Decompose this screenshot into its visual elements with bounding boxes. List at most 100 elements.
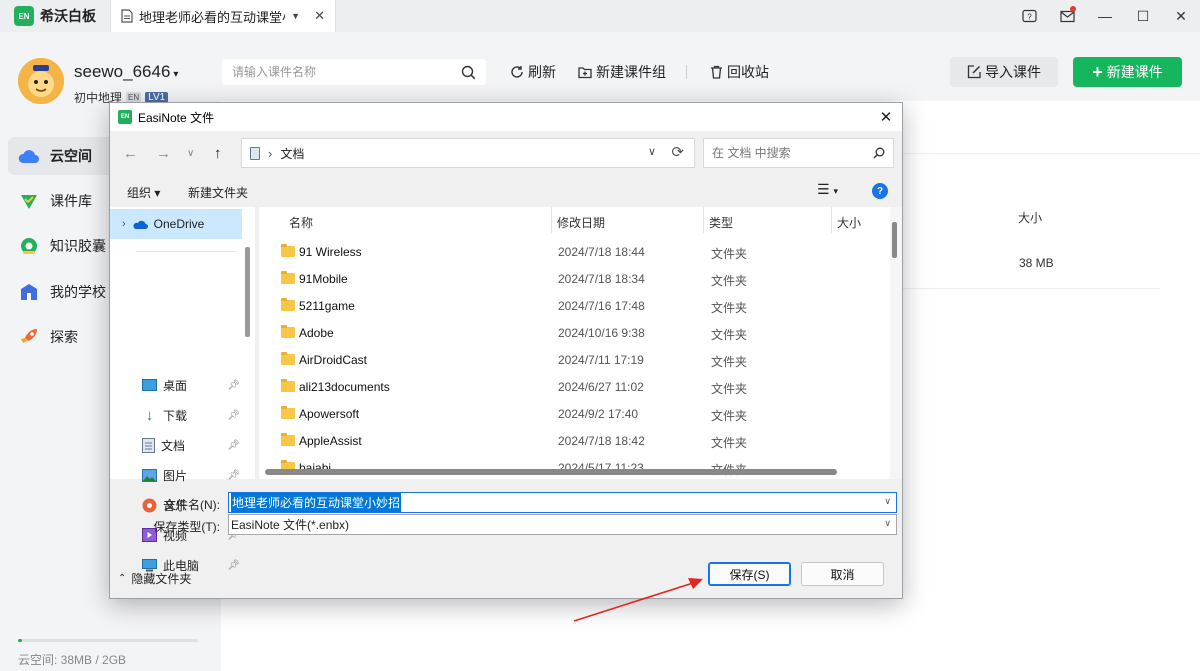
pin-icon[interactable]: 📌︎ [227, 380, 240, 391]
file-row[interactable]: 91 Wireless 2024/7/18 18:44 文件夹 [259, 238, 879, 265]
trash-icon [711, 65, 722, 79]
view-options-icon[interactable]: ☰ ▾ [817, 181, 838, 198]
course-search-box [222, 59, 486, 85]
nav-item-label: 下载 [163, 408, 188, 423]
filename-field[interactable]: 地理老师必看的互动课堂小妙招 ∨ [228, 492, 897, 513]
mail-icon[interactable] [1048, 0, 1086, 32]
file-row[interactable]: 5211game 2024/7/16 17:48 文件夹 [259, 292, 879, 319]
tab-dropdown-icon[interactable]: ▼ [291, 11, 300, 21]
filetype-select[interactable]: EasiNote 文件(*.enbx) ∨ [228, 514, 897, 535]
size-column-header: 大小 [1018, 211, 1043, 225]
address-dropdown-icon[interactable]: ∨ [648, 145, 656, 158]
nav-separator [136, 251, 236, 252]
nav-item-onedrive[interactable]: › OneDrive [110, 209, 242, 239]
file-name: 91 Wireless [299, 245, 362, 259]
sidebar-item-label: 课件库 [50, 193, 92, 209]
file-row[interactable]: 91Mobile 2024/7/18 18:34 文件夹 [259, 265, 879, 292]
file-name: 91Mobile [299, 272, 348, 286]
filetype-dropdown-icon[interactable]: ∨ [884, 518, 891, 529]
filetype-value: EasiNote 文件(*.enbx) [231, 518, 350, 532]
back-arrow-icon[interactable]: ← [123, 145, 138, 162]
save-button[interactable]: 保存(S) [708, 562, 791, 586]
nav-item-desktop[interactable]: 桌面 📌︎ [110, 370, 242, 400]
pin-icon[interactable]: 📌︎ [227, 560, 240, 571]
file-date: 2024/10/16 9:38 [558, 326, 645, 340]
document-tab[interactable]: 地理老师必看的互动课堂小... ▼ ✕ [110, 0, 336, 32]
minimize-icon[interactable]: — [1086, 0, 1124, 32]
notification-dot [1070, 6, 1076, 12]
title-bar: EN 希沃白板 地理老师必看的互动课堂小... ▼ ✕ ? — ☐ ✕ [0, 0, 1200, 32]
hide-folders-toggle[interactable]: ⌃ 隐藏文件夹 [118, 570, 191, 587]
forward-arrow-icon[interactable]: → [156, 145, 171, 162]
nav-item-pictures[interactable]: 图片 📌︎ [110, 460, 242, 490]
app-brand: EN 希沃白板 [0, 0, 110, 32]
expand-chevron-icon[interactable]: › [122, 218, 126, 230]
help-icon[interactable]: ? [1010, 0, 1048, 32]
new-course-label: 新建课件 [1106, 64, 1163, 80]
file-type: 文件夹 [711, 328, 748, 342]
refresh-icon[interactable]: ⟳ [671, 143, 684, 161]
up-arrow-icon[interactable]: ↑ [214, 145, 222, 162]
folder-icon [281, 325, 295, 338]
close-icon[interactable]: ✕ [1162, 0, 1200, 32]
pictures-icon [142, 468, 157, 482]
file-row[interactable]: Adobe 2024/10/16 9:38 文件夹 [259, 319, 879, 346]
file-row[interactable]: AppleAssist 2024/7/18 18:42 文件夹 [259, 427, 879, 454]
column-header-date[interactable]: 修改日期 [557, 214, 605, 231]
course-search-input[interactable] [232, 65, 461, 79]
nav-pane-scrollbar[interactable] [245, 247, 250, 337]
search-icon[interactable] [461, 65, 476, 80]
cloud-icon [18, 145, 40, 167]
file-row[interactable]: baiabi 2024/5/17 11:23 文件夹 [259, 454, 879, 479]
new-folder-button[interactable]: 新建文件夹 [188, 184, 248, 201]
file-date: 2024/7/18 18:34 [558, 272, 645, 286]
storage-text: 云空间: 38MB / 2GB [18, 653, 127, 667]
filename-value: 地理老师必看的互动课堂小妙招 [231, 493, 402, 512]
dialog-close-icon[interactable]: ✕ [876, 107, 896, 127]
import-course-button[interactable]: 导入课件 [950, 57, 1058, 87]
nav-item-label: OneDrive [153, 217, 205, 231]
cancel-button[interactable]: 取消 [801, 562, 884, 586]
recent-locations-chevron-icon[interactable]: ∨ [187, 148, 194, 159]
lion-avatar-icon [18, 58, 64, 104]
address-bar[interactable]: › 文档 ∨ ⟳ [241, 138, 695, 168]
breadcrumb-current[interactable]: 文档 [280, 145, 304, 162]
tab-close-icon[interactable]: ✕ [314, 8, 325, 24]
pin-icon[interactable]: 📌︎ [227, 410, 240, 421]
recycle-bin-button[interactable]: 回收站 [710, 62, 769, 82]
vertical-scrollbar-thumb[interactable] [892, 222, 897, 258]
file-row[interactable]: AirDroidCast 2024/7/11 17:19 文件夹 [259, 346, 879, 373]
refresh-button[interactable]: 刷新 [510, 62, 556, 82]
avatar[interactable] [18, 58, 64, 104]
column-header-type[interactable]: 类型 [709, 214, 733, 231]
organize-menu[interactable]: 组织 ▾ [127, 184, 160, 201]
onedrive-icon [133, 220, 148, 229]
nav-item-downloads[interactable]: ↓ 下载 📌︎ [110, 400, 242, 430]
file-date: 2024/7/18 18:42 [558, 434, 645, 448]
column-header-size[interactable]: 大小 [837, 214, 861, 231]
new-group-button[interactable]: 新建课件组 [578, 62, 666, 82]
column-divider [703, 207, 704, 233]
file-type: 文件夹 [711, 436, 748, 450]
filename-dropdown-icon[interactable]: ∨ [884, 496, 891, 507]
folder-search-input[interactable] [712, 146, 873, 160]
sort-ascending-icon: ⌃ [413, 207, 422, 214]
school-icon [18, 281, 40, 303]
file-date: 2024/7/18 18:44 [558, 245, 645, 259]
file-row[interactable]: ali213documents 2024/6/27 11:02 文件夹 [259, 373, 879, 400]
maximize-icon[interactable]: ☐ [1124, 0, 1162, 32]
search-icon[interactable] [873, 147, 885, 159]
import-course-label: 导入课件 [985, 64, 1041, 80]
file-row[interactable]: Apowersoft 2024/9/2 17:40 文件夹 [259, 400, 879, 427]
new-course-button[interactable]: + 新建课件 [1073, 57, 1182, 87]
nav-item-label: 桌面 [163, 378, 188, 393]
column-header-name[interactable]: 名称 [289, 214, 313, 231]
user-name[interactable]: seewo_6646 ▾ [74, 62, 178, 82]
horizontal-scrollbar-thumb[interactable] [265, 469, 837, 475]
dialog-nav-row: ← → ∨ ↑ › 文档 ∨ ⟳ [110, 136, 902, 172]
refresh-icon [511, 66, 523, 78]
help-icon[interactable]: ? [872, 183, 888, 199]
nav-item-documents[interactable]: 文档 📌︎ [110, 430, 242, 460]
pin-icon[interactable]: 📌︎ [227, 470, 240, 481]
pin-icon[interactable]: 📌︎ [227, 440, 240, 451]
